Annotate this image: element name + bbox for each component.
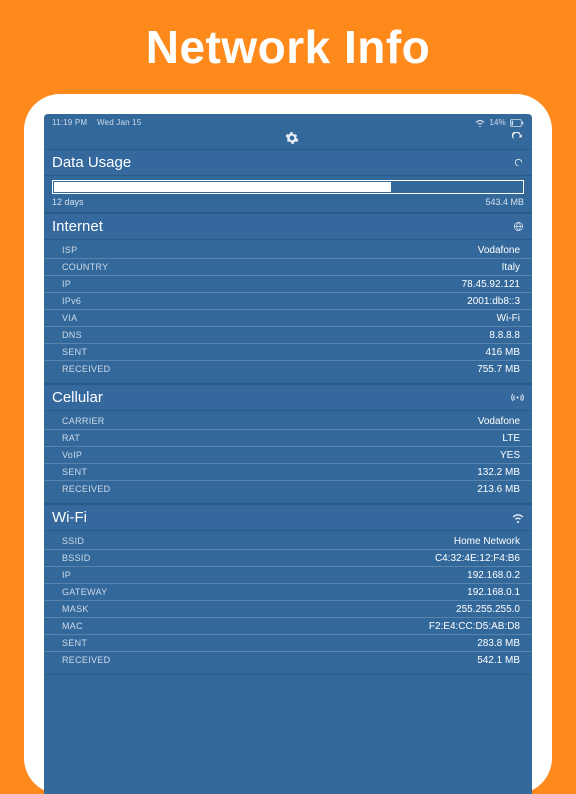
battery-icon	[510, 119, 524, 127]
status-left: 11:19 PM Wed Jan 15	[52, 118, 142, 127]
internet-section: Internet ISP Vodafone COUNTRY Italy IP 78.45.…	[44, 213, 532, 384]
cellular-row: RAT LTE	[44, 430, 532, 447]
internet-row: IP 78.45.92.121	[44, 276, 532, 293]
progress-bar	[52, 180, 524, 194]
internet-row: VIA Wi-Fi	[44, 310, 532, 327]
wifi-value: F2:E4:CC:D5:AB:D8	[429, 621, 520, 632]
data-usage-footer: 12 days 543.4 MB	[44, 194, 532, 212]
status-date: Wed Jan 15	[97, 118, 142, 127]
wifi-value: 542.1 MB	[477, 655, 520, 666]
cellular-row: VoIP YES	[44, 447, 532, 464]
status-time: 11:19 PM	[52, 118, 87, 127]
internet-value: 8.8.8.8	[489, 330, 520, 341]
wifi-row: SSID Home Network	[44, 533, 532, 550]
cellular-title: Cellular	[52, 389, 103, 406]
internet-title: Internet	[52, 218, 103, 235]
internet-key: VIA	[62, 313, 77, 323]
internet-row: IPv6 2001:db8::3	[44, 293, 532, 310]
data-usage-section: Data Usage 12 days 543.4 MB	[44, 149, 532, 213]
wifi-value: C4:32:4E:12:F4:B6	[435, 553, 520, 564]
cellular-key: CARRIER	[62, 416, 105, 426]
wifi-value: 283.8 MB	[477, 638, 520, 649]
cellular-icon	[511, 392, 524, 403]
internet-key: RECEIVED	[62, 364, 110, 374]
cellular-row: RECEIVED 213.6 MB	[44, 481, 532, 497]
cellular-key: RECEIVED	[62, 484, 110, 494]
internet-key: IP	[62, 279, 71, 289]
wifi-key: MASK	[62, 604, 89, 614]
cellular-value: YES	[500, 450, 520, 461]
cellular-value: 213.6 MB	[477, 484, 520, 495]
app-screen: 11:19 PM Wed Jan 15 14%	[44, 114, 532, 794]
globe-icon	[513, 221, 524, 232]
wifi-row: IP 192.168.0.2	[44, 567, 532, 584]
wifi-row: GATEWAY 192.168.0.1	[44, 584, 532, 601]
cellular-key: SENT	[62, 467, 87, 477]
data-usage-progress	[44, 176, 532, 194]
cellular-row: SENT 132.2 MB	[44, 464, 532, 481]
settings-icon[interactable]	[285, 131, 299, 145]
wifi-key: IP	[62, 570, 71, 580]
internet-header: Internet	[44, 214, 532, 240]
cellular-value: LTE	[502, 433, 520, 444]
internet-row: ISP Vodafone	[44, 242, 532, 259]
battery-level: 14%	[489, 118, 506, 127]
internet-key: SENT	[62, 347, 87, 357]
internet-row: RECEIVED 755.7 MB	[44, 361, 532, 377]
internet-value: 78.45.92.121	[462, 279, 520, 290]
wifi-key: GATEWAY	[62, 587, 107, 597]
cellular-header: Cellular	[44, 385, 532, 411]
wifi-key: MAC	[62, 621, 83, 631]
wifi-header: Wi-Fi	[44, 505, 532, 531]
wifi-title: Wi-Fi	[52, 509, 87, 526]
internet-key: ISP	[62, 245, 77, 255]
wifi-section: Wi-Fi SSID Home Network BSSID C4:32:4E:12:F…	[44, 504, 532, 675]
wifi-icon	[475, 119, 485, 127]
internet-value: Wi-Fi	[497, 313, 520, 324]
internet-key: IPv6	[62, 296, 81, 306]
wifi-row: RECEIVED 542.1 MB	[44, 652, 532, 668]
wifi-value: 255.255.255.0	[456, 604, 520, 615]
usage-total: 543.4 MB	[485, 197, 524, 207]
wifi-value: Home Network	[454, 536, 520, 547]
wifi-key: SSID	[62, 536, 84, 546]
status-bar: 11:19 PM Wed Jan 15 14%	[44, 114, 532, 129]
internet-value: Italy	[502, 262, 520, 273]
internet-value: 2001:db8::3	[467, 296, 520, 307]
status-right: 14%	[475, 118, 524, 127]
wifi-section-icon	[512, 513, 524, 523]
data-usage-header: Data Usage	[44, 150, 532, 176]
internet-value: 755.7 MB	[477, 364, 520, 375]
data-usage-title: Data Usage	[52, 154, 131, 171]
nav-bar	[44, 129, 532, 149]
refresh-icon[interactable]	[511, 132, 524, 145]
cellular-row: CARRIER Vodafone	[44, 413, 532, 430]
cellular-key: RAT	[62, 433, 80, 443]
internet-row: DNS 8.8.8.8	[44, 327, 532, 344]
internet-value: 416 MB	[486, 347, 520, 358]
internet-row: SENT 416 MB	[44, 344, 532, 361]
internet-key: DNS	[62, 330, 82, 340]
internet-row: COUNTRY Italy	[44, 259, 532, 276]
page-title: Network Info	[0, 0, 576, 92]
internet-key: COUNTRY	[62, 262, 108, 272]
wifi-key: SENT	[62, 638, 87, 648]
loading-icon	[513, 157, 524, 168]
wifi-value: 192.168.0.2	[467, 570, 520, 581]
wifi-row: MASK 255.255.255.0	[44, 601, 532, 618]
wifi-key: RECEIVED	[62, 655, 110, 665]
cellular-value: Vodafone	[478, 416, 520, 427]
wifi-key: BSSID	[62, 553, 91, 563]
cellular-key: VoIP	[62, 450, 82, 460]
usage-period: 12 days	[52, 197, 84, 207]
wifi-row: BSSID C4:32:4E:12:F4:B6	[44, 550, 532, 567]
cellular-value: 132.2 MB	[477, 467, 520, 478]
wifi-value: 192.168.0.1	[467, 587, 520, 598]
wifi-row: SENT 283.8 MB	[44, 635, 532, 652]
wifi-row: MAC F2:E4:CC:D5:AB:D8	[44, 618, 532, 635]
internet-value: Vodafone	[478, 245, 520, 256]
cellular-section: Cellular CARRIER Vodafone RAT LTE VoIP YES SEN…	[44, 384, 532, 504]
device-frame: 11:19 PM Wed Jan 15 14%	[24, 94, 552, 794]
